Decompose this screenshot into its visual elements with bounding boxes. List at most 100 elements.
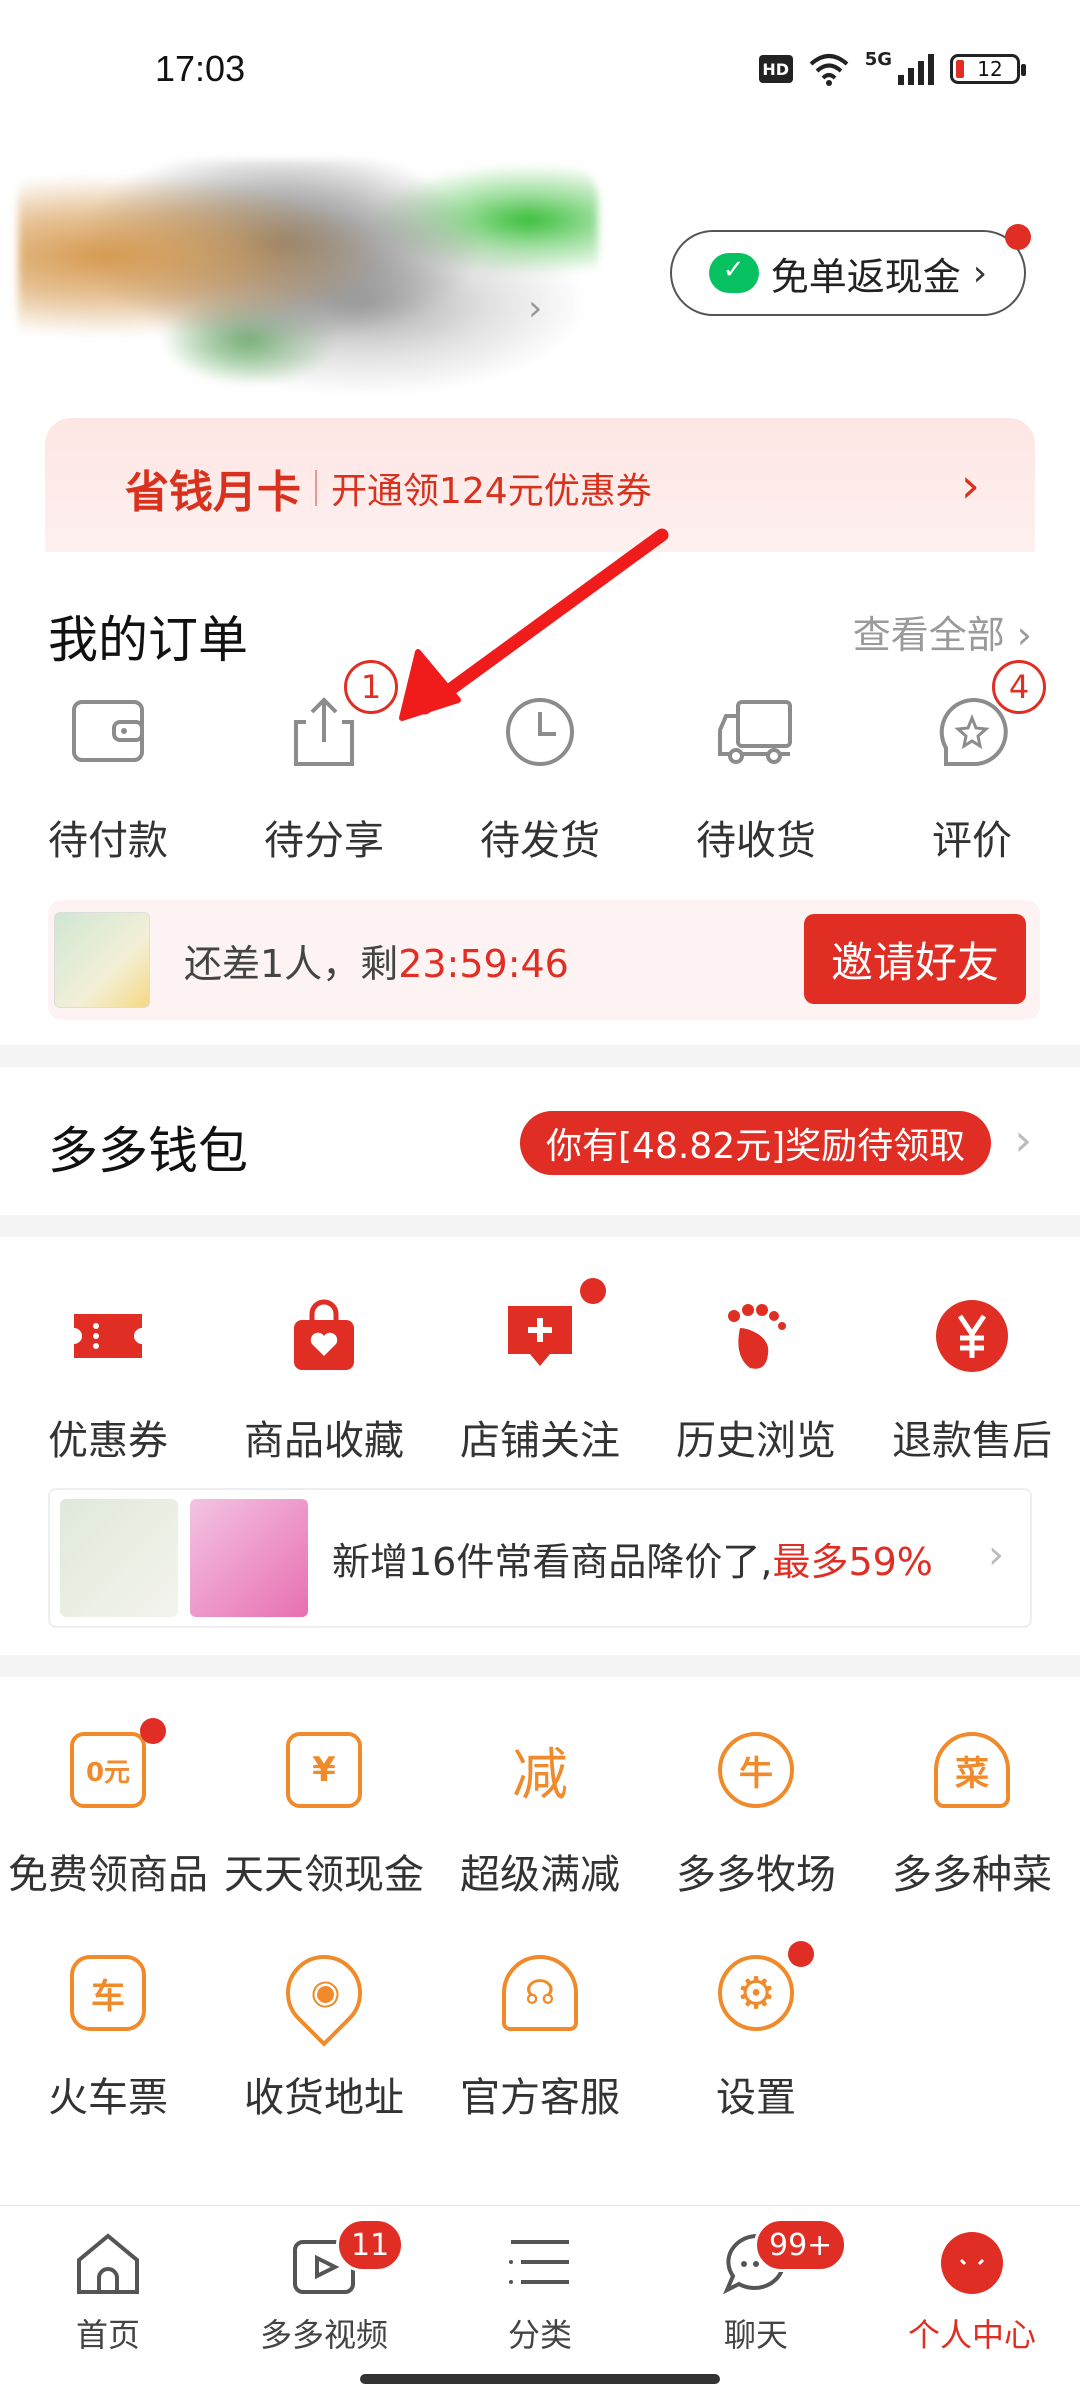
order-status-row: 待付款 待分享 1 待发货 待收货 评价 4 — [0, 660, 1080, 866]
tool-refunds[interactable]: 退款售后 — [864, 1298, 1080, 1466]
service-settings[interactable]: ⚙ 设置 — [648, 1941, 864, 2123]
tool-shop-follows[interactable]: 店铺关注 — [432, 1278, 648, 1466]
service-train-ticket[interactable]: 车 火车票 — [0, 1955, 216, 2123]
order-label: 评价 — [932, 818, 1012, 864]
tool-favorites[interactable]: 商品收藏 — [216, 1298, 432, 1466]
tool-coupons[interactable]: 优惠券 — [0, 1298, 216, 1466]
train-icon: 车 — [70, 1955, 146, 2031]
chevron-right-icon: › — [960, 458, 980, 514]
service-label: 官方客服 — [460, 2075, 620, 2121]
hd-icon: HD — [758, 55, 793, 83]
status-time: 17:03 — [155, 48, 246, 89]
nav-video[interactable]: 多多视频 11 — [216, 2218, 432, 2356]
truck-icon — [718, 700, 792, 764]
order-pending-payment[interactable]: 待付款 — [0, 692, 216, 866]
monthly-card-title: 省钱月卡 — [125, 467, 301, 518]
service-label: 超级满减 — [460, 1852, 620, 1898]
monthly-card-banner[interactable]: 省钱月卡 开通领124元优惠券 › — [45, 418, 1035, 558]
tool-label: 优惠券 — [48, 1418, 168, 1464]
yen-icon — [936, 1300, 1008, 1372]
order-label: 待收货 — [696, 818, 816, 864]
service-label: 多多牧场 — [676, 1852, 836, 1898]
wallet-reward-pill[interactable]: 你有[48.82元]奖励待领取 — [520, 1111, 992, 1175]
nav-label: 多多视频 — [259, 2316, 388, 2354]
tool-label: 店铺关注 — [460, 1418, 620, 1464]
product-thumbnail — [60, 1499, 178, 1617]
order-label: 待分享 — [264, 818, 384, 864]
home-icon — [77, 2233, 139, 2294]
services-row-1: 0元 免费领商品 ¥ 天天领现金 减 超级满减 牛 多多牧场 菜 多多种菜 — [0, 1718, 1080, 1900]
coupon-icon — [74, 1314, 142, 1358]
battery-level: 12 — [977, 57, 1003, 81]
service-vegetable[interactable]: 菜 多多种菜 — [864, 1732, 1080, 1900]
clock-icon — [506, 698, 574, 766]
service-label: 收货地址 — [244, 2075, 404, 2121]
cashback-label: 免单返现金 — [770, 254, 961, 299]
profile-icon — [941, 2232, 1003, 2294]
nav-category[interactable]: 分类 — [432, 2230, 648, 2356]
order-count-badge: 4 — [992, 660, 1046, 714]
view-all-orders-link[interactable]: 查看全部 › — [853, 604, 1032, 659]
nav-label: 首页 — [75, 2316, 140, 2354]
service-ranch[interactable]: 牛 多多牧场 — [648, 1732, 864, 1900]
service-label: 多多种菜 — [892, 1852, 1052, 1898]
section-divider — [0, 1215, 1080, 1237]
invite-friends-button[interactable]: 邀请好友 — [804, 914, 1026, 1004]
wallet-icon — [72, 700, 144, 762]
service-discount[interactable]: 减 超级满减 — [432, 1732, 648, 1900]
chevron-right-icon: › — [988, 1532, 1004, 1578]
notification-dot — [788, 1941, 814, 1967]
chevron-right-icon: › — [972, 252, 988, 294]
price-drop-highlight: 最多59% — [772, 1539, 933, 1584]
order-pending-receipt[interactable]: 待收货 — [648, 692, 864, 866]
wallet-section[interactable]: 多多钱包 你有[48.82元]奖励待领取 › — [0, 1067, 1080, 1215]
group-share-strip[interactable]: 还差1人，剩23:59:46 邀请好友 — [48, 900, 1040, 1020]
discount-icon: 减 — [512, 1742, 568, 1808]
cashback-button[interactable]: 免单返现金 › — [670, 230, 1026, 316]
notification-dot — [1005, 224, 1031, 250]
chevron-right-icon[interactable]: › — [528, 288, 542, 329]
profile-header: › 免单返现金 › — [0, 140, 1080, 420]
home-indicator — [360, 2374, 720, 2384]
battery-icon: 12 — [950, 54, 1026, 84]
service-address[interactable]: ◉ 收货地址 — [216, 1939, 432, 2123]
service-label: 火车票 — [48, 2075, 168, 2121]
nav-label: 分类 — [507, 2316, 572, 2354]
blurred-avatar-and-name[interactable] — [18, 160, 598, 400]
bottom-nav-row: 首页 多多视频 11 分类 聊天 99+ 个人中心 — [0, 2206, 1080, 2356]
nav-home[interactable]: 首页 — [0, 2230, 216, 2356]
order-review[interactable]: 评价 4 — [864, 660, 1080, 866]
category-icon — [509, 2240, 569, 2284]
service-free-item[interactable]: 0元 免费领商品 — [0, 1718, 216, 1900]
notification-dot — [580, 1278, 606, 1304]
status-icons: HD 5G 12 — [758, 49, 1026, 86]
nav-chat[interactable]: 聊天 99+ — [648, 2218, 864, 2356]
tool-history[interactable]: 历史浏览 — [648, 1298, 864, 1466]
service-daily-cash[interactable]: ¥ 天天领现金 — [216, 1732, 432, 1900]
order-label: 待发货 — [480, 818, 600, 864]
shop-follow-icon — [508, 1306, 572, 1366]
bottom-navigation: 首页 多多视频 11 分类 聊天 99+ 个人中心 — [0, 2205, 1080, 2400]
service-label: 天天领现金 — [224, 1852, 424, 1898]
nav-profile[interactable]: 个人中心 — [864, 2230, 1080, 2356]
footprint-icon — [728, 1304, 786, 1369]
order-pending-share[interactable]: 待分享 1 — [216, 660, 432, 866]
gear-icon: ⚙ — [718, 1955, 794, 2031]
order-label: 待付款 — [48, 818, 168, 864]
divider — [315, 470, 317, 506]
product-thumbnail — [190, 1499, 308, 1617]
price-drop-label: 新增16件常看商品降价了, — [332, 1539, 773, 1584]
tools-section: 优惠券 商品收藏 店铺关注 历史浏览 退款售后 新增16件常看商品降价了,最多5… — [0, 1238, 1080, 1656]
price-drop-strip[interactable]: 新增16件常看商品降价了,最多59% › — [48, 1488, 1032, 1628]
price-drop-text: 新增16件常看商品降价了,最多59% — [332, 1531, 933, 1586]
share-strip-text: 还差1人，剩23:59:46 — [184, 933, 569, 988]
orders-title: 我的订单 — [48, 611, 248, 669]
order-pending-shipment[interactable]: 待发货 — [432, 692, 648, 866]
tools-row: 优惠券 商品收藏 店铺关注 历史浏览 退款售后 — [0, 1278, 1080, 1466]
product-thumbnail — [54, 912, 150, 1008]
chef-icon: 菜 — [934, 1732, 1010, 1808]
signal-icon — [898, 54, 934, 85]
nav-badge: 11 — [336, 2218, 405, 2272]
share-remaining: 还差1人，剩 — [184, 941, 399, 986]
service-customer-service[interactable]: ☊ 官方客服 — [432, 1955, 648, 2123]
